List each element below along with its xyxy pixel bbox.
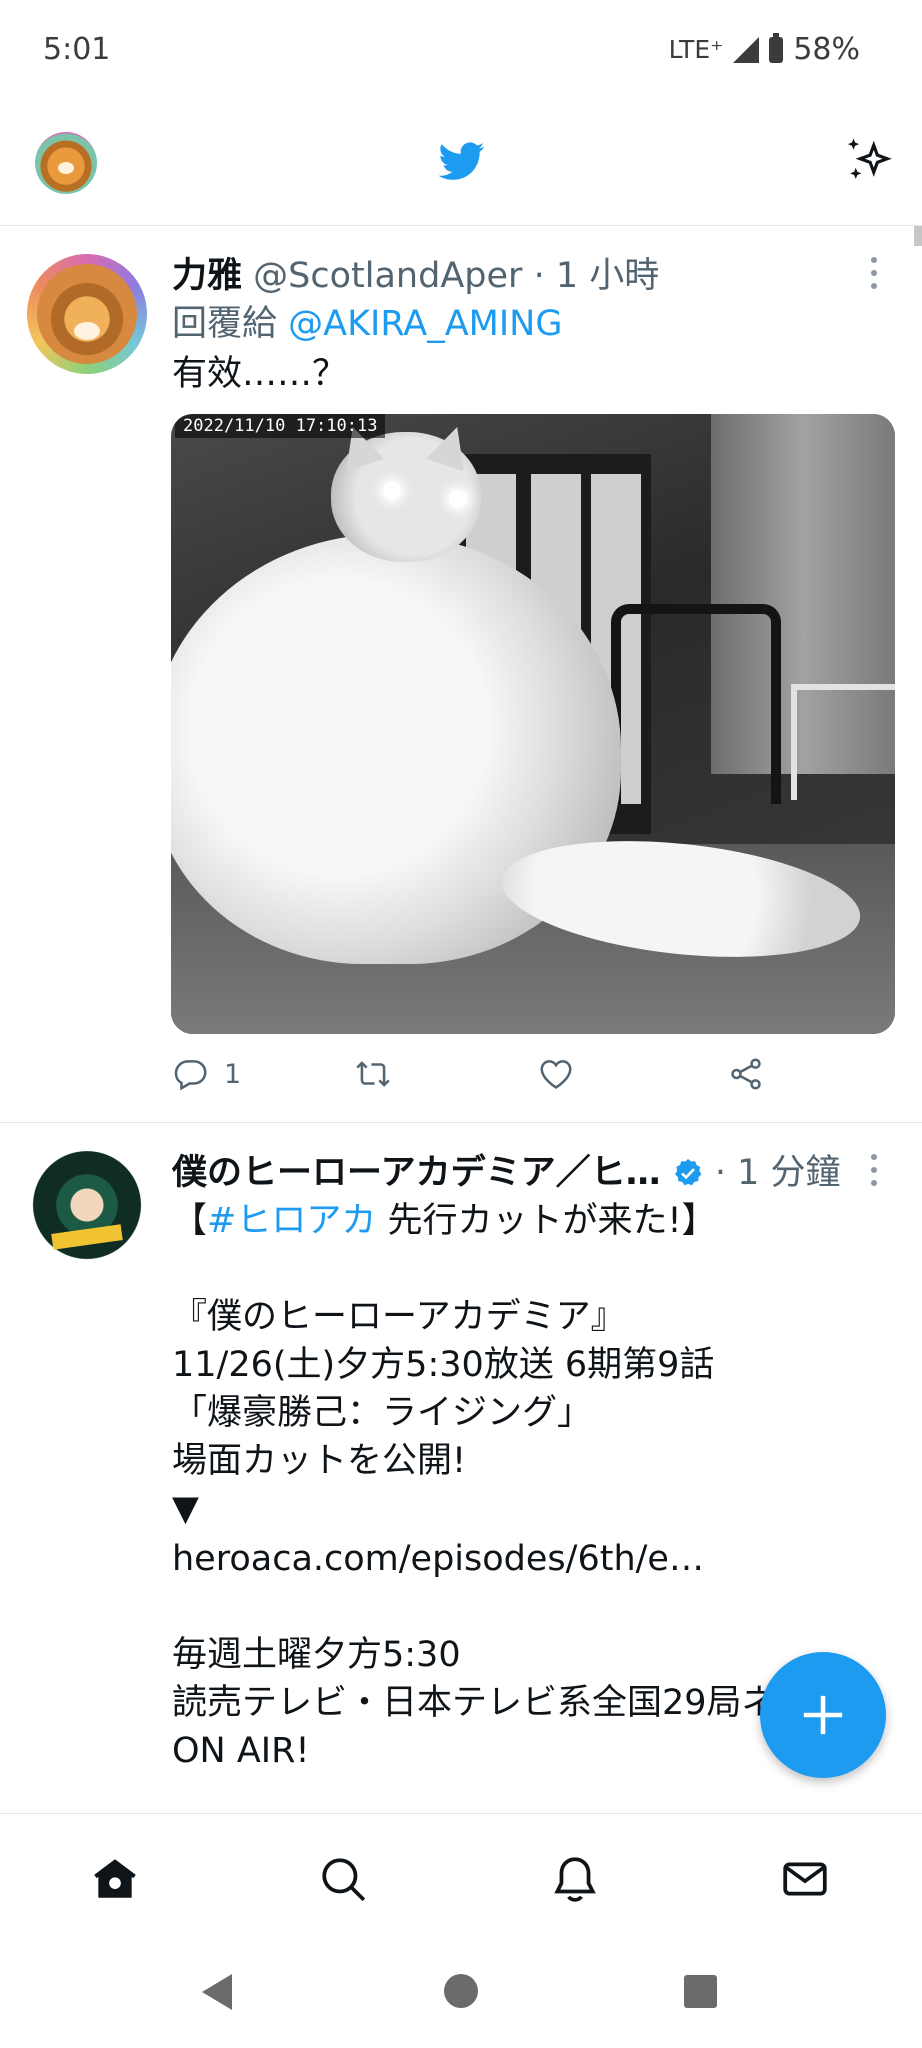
battery-percent: 58% (793, 32, 860, 67)
bottom-navigation (0, 1814, 922, 1944)
reply-icon (174, 1060, 207, 1091)
search-icon (322, 1858, 366, 1902)
nav-notifications[interactable] (550, 1854, 600, 1904)
tweet-actions: 1 (172, 1054, 872, 1114)
twitter-bird-icon[interactable] (435, 138, 489, 184)
system-navigation-bar (0, 1944, 922, 2048)
display-name[interactable]: 僕のヒーローアカデミア／ヒ… (172, 1153, 661, 1193)
tweet-time: · 1 小時 (533, 256, 660, 296)
recents-icon[interactable] (684, 1975, 717, 2008)
share-button[interactable] (727, 1054, 765, 1094)
tweet-text: 『僕のヒーローアカデミア』 11/26(土)夕方5:30放送 6期第9話 「爆豪… (172, 1297, 715, 1529)
profile-avatar-button[interactable] (35, 132, 97, 194)
more-options-icon[interactable] (870, 1153, 878, 1187)
tweet-header: 力雅 @ScotlandAper · 1 小時 (172, 254, 882, 298)
notifications-icon (554, 1857, 596, 1902)
home-icon (94, 1859, 136, 1898)
app-header (0, 110, 922, 226)
avatar[interactable] (27, 254, 147, 374)
network-label: LTE⁺ (668, 35, 724, 64)
handle: @ScotlandAper (253, 256, 523, 296)
episode-link[interactable]: heroaca.com/episodes/6th/e… (172, 1535, 882, 1583)
compose-tweet-button[interactable] (760, 1652, 886, 1778)
reply-prefix: 回覆給 (172, 304, 278, 344)
display-name[interactable]: 力雅 (172, 256, 242, 296)
hashtag-link[interactable]: #ヒロアカ (207, 1201, 376, 1241)
signal-icon (733, 36, 760, 63)
retweet-icon (356, 1061, 390, 1087)
tweet-time: · 1 分鐘 (714, 1153, 841, 1193)
nav-search[interactable] (318, 1854, 368, 1904)
headline-text: 先行カットが来た!】 (376, 1201, 717, 1241)
verified-badge-icon (674, 1159, 702, 1186)
home-circle-icon[interactable] (444, 1974, 478, 2008)
reply-count: 1 (224, 1058, 242, 1090)
tweet-body: 力雅 @ScotlandAper · 1 小時 回覆給 @AKIRA_AMING… (172, 254, 882, 398)
bracket-open: 【 (172, 1201, 208, 1241)
tweet-headline: 【#ヒロアカ 先行カットが来た!】 (172, 1197, 882, 1245)
share-icon (731, 1058, 761, 1090)
nav-messages[interactable] (780, 1854, 830, 1904)
tweet-text: 有效……？ (172, 354, 348, 394)
retweet-button[interactable] (354, 1054, 392, 1094)
messages-icon (783, 1862, 827, 1896)
back-icon[interactable] (202, 1974, 232, 2010)
status-bar: 5:01 LTE⁺ 58% (0, 0, 922, 100)
nav-home[interactable] (90, 1854, 140, 1904)
status-indicators: LTE⁺ 58% (669, 32, 860, 67)
heart-icon (540, 1060, 572, 1089)
tweet-media-image[interactable]: 2022/11/10 17:10:13 (171, 414, 895, 1034)
status-time: 5:01 (43, 32, 111, 67)
reply-button[interactable]: 1 (172, 1054, 241, 1094)
more-options-icon[interactable] (870, 256, 878, 290)
sparkle-icon[interactable] (840, 134, 894, 188)
reply-context: 回覆給 @AKIRA_AMING (172, 300, 882, 348)
plus-icon (803, 1695, 843, 1735)
tweet-header: 僕のヒーローアカデミア／ヒ… · 1 分鐘 (172, 1151, 882, 1195)
reply-mention-link[interactable]: @AKIRA_AMING (288, 304, 562, 344)
battery-icon (769, 32, 784, 63)
avatar[interactable] (27, 1151, 147, 1271)
media-timestamp: 2022/11/10 17:10:13 (175, 414, 386, 438)
like-button[interactable] (537, 1054, 575, 1094)
tweet[interactable]: 力雅 @ScotlandAper · 1 小時 回覆給 @AKIRA_AMING… (0, 226, 922, 1123)
